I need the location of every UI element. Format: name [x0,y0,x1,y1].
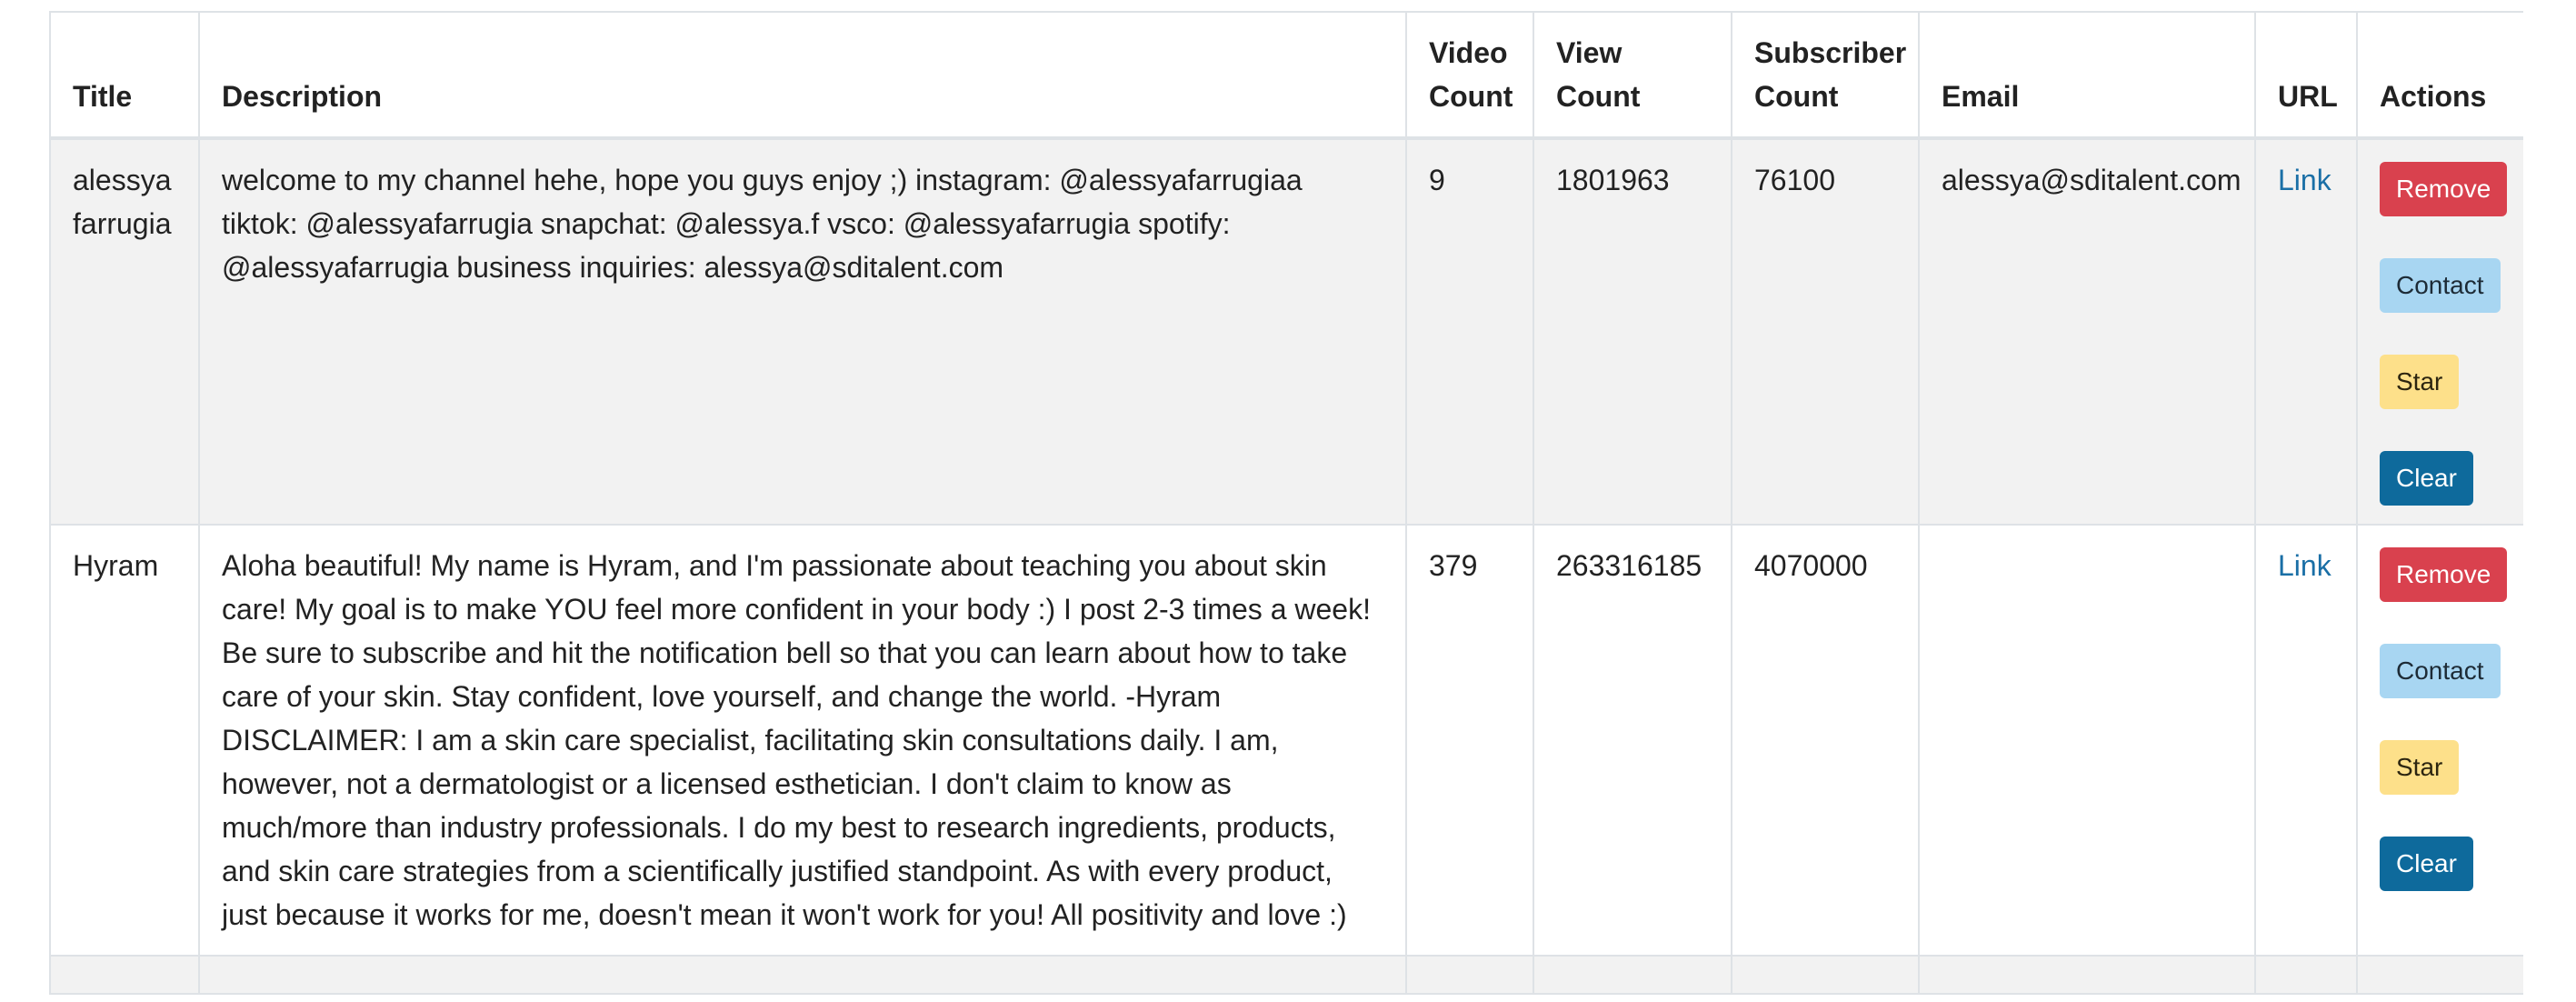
table-row: Hyram Aloha beautiful! My name is Hyram,… [49,524,2523,957]
channel-link[interactable]: Link [2278,549,2331,582]
table-header-row: Title Description Video Count View Count… [49,11,2523,140]
contact-button[interactable]: Contact [2380,258,2501,313]
cell-email: alessya@sditalent.com [1918,137,2256,526]
header-subscriber-count[interactable]: Subscriber Count [1731,11,1920,140]
cell-actions: Remove Contact Star Clear [2356,137,2523,526]
clear-button[interactable]: Clear [2380,451,2473,506]
cell-url: Link [2254,137,2358,526]
cell-view-count: 263316185 [1533,524,1732,957]
table-row: alessya farrugia welcome to my channel h… [49,137,2523,526]
channel-link[interactable]: Link [2278,164,2331,196]
remove-button[interactable]: Remove [2380,162,2508,216]
header-description[interactable]: Description [198,11,1407,140]
cell-title: alessya farrugia [49,137,200,526]
header-actions: Actions [2356,11,2523,140]
remove-button[interactable]: Remove [2380,547,2508,602]
header-url[interactable]: URL [2254,11,2358,140]
cell-url: Link [2254,524,2358,957]
cell-description: welcome to my channel hehe, hope you guy… [198,137,1407,526]
header-title[interactable]: Title [49,11,200,140]
cell-video-count: 9 [1405,137,1534,526]
channels-table: Title Description Video Count View Count… [49,11,2523,995]
star-button[interactable]: Star [2380,740,2460,795]
cell-title: Hyram [49,524,200,957]
cell-description: Aloha beautiful! My name is Hyram, and I… [198,524,1407,957]
actions-group: Remove Contact Star Clear [2380,544,2508,891]
cell-email [1918,524,2256,957]
table-row-partial [49,955,2523,995]
cell-subscriber-count: 76100 [1731,137,1920,526]
header-view-count[interactable]: View Count [1533,11,1732,140]
cell-subscriber-count: 4070000 [1731,524,1920,957]
cell-actions: Remove Contact Star Clear [2356,524,2523,957]
star-button[interactable]: Star [2380,355,2460,409]
channels-table-container: Title Description Video Count View Count… [49,11,2523,1002]
header-email[interactable]: Email [1918,11,2256,140]
cell-view-count: 1801963 [1533,137,1732,526]
cell-video-count: 379 [1405,524,1534,957]
contact-button[interactable]: Contact [2380,644,2501,698]
clear-button[interactable]: Clear [2380,837,2473,891]
header-video-count[interactable]: Video Count [1405,11,1534,140]
actions-group: Remove Contact Star Clear [2380,158,2508,506]
